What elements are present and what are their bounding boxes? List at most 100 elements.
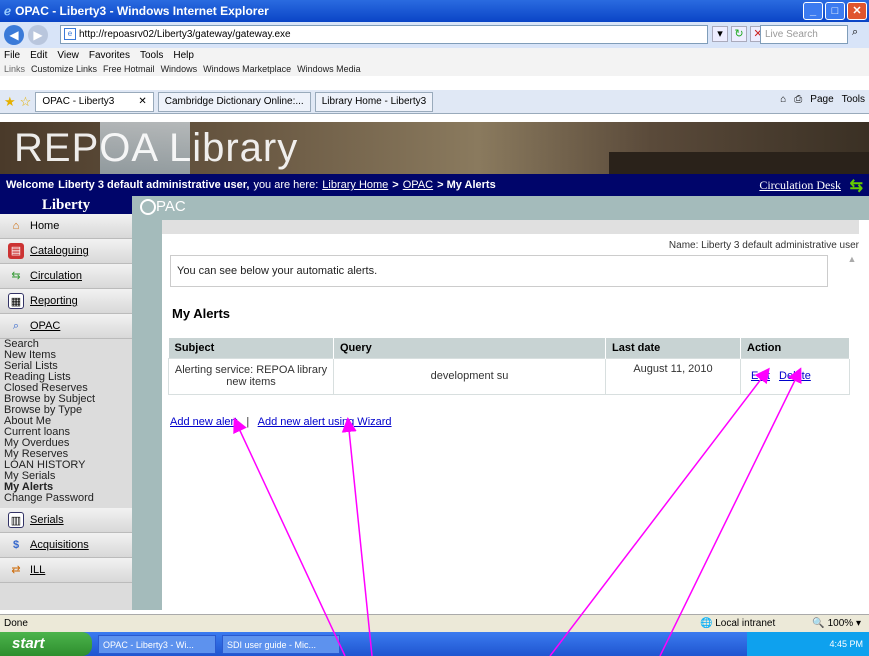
page-menu[interactable]: Page [810,94,833,105]
column-header: Query [333,338,606,358]
clock: 4:45 PM [829,639,863,649]
acquisitions-icon: $ [12,539,20,551]
menu-item-favorites[interactable]: Favorites [89,50,130,61]
alerts-heading: My Alerts [172,306,231,321]
print-icon[interactable]: ⎙ [794,94,802,105]
refresh-icon[interactable]: ↻ [731,26,747,42]
start-button[interactable]: start [0,632,92,656]
sidebar-item-home[interactable]: ⌂ Home [0,214,132,239]
tab-cambridge[interactable]: Cambridge Dictionary Online:... [157,91,311,112]
taskbar: start OPAC - Liberty3 - Wi... SDI user g… [0,632,869,656]
security-zone: 🌐 Local intranet [700,618,776,629]
sidebar-item-label: Home [30,220,60,232]
main-content: Name: Liberty 3 default administrative u… [162,220,859,610]
sidebar-item-label: Reporting [30,295,78,307]
delete-link[interactable]: Delete [779,370,811,382]
search-icon[interactable]: ⌕ [852,26,858,39]
tab-library-home[interactable]: Library Home - Liberty3 [314,91,434,112]
add-new-alert-link[interactable]: Add new alert [170,416,237,428]
add-alert-links: Add new alert | Add new alert using Wiza… [170,416,392,428]
taskbar-item[interactable]: OPAC - Liberty3 - Wi... [98,634,216,654]
url-text: http://repoasrv02/Liberty3/gateway/gatew… [79,29,291,40]
menu-item-view[interactable]: View [57,50,79,61]
links-item[interactable]: Windows Marketplace [203,64,291,74]
opac-link[interactable]: Change Password [4,493,132,504]
edit-link[interactable]: Edit [751,370,770,382]
sidebar-item-ill[interactable]: ⇄ ILL [0,558,132,583]
address-bar[interactable]: e http://repoasrv02/Liberty3/gateway/gat… [60,25,708,44]
tab-label: Cambridge Dictionary Online:... [164,96,304,107]
here-text: you are here: [253,179,319,191]
banner-title: REPOA Library [14,126,299,170]
sidebar-item-serials[interactable]: ▥ Serials [0,508,132,533]
links-bar: Links Customize Links Free Hotmail Windo… [0,62,869,76]
add-favorites-icon[interactable]: ☆ [20,94,32,110]
favorites-star-icon[interactable]: ★ [4,94,16,110]
column-header: Last date [605,338,741,358]
opac-header: PAC [132,196,869,220]
minimize-button[interactable]: _ [803,2,823,20]
home-module-icon: ⌂ [12,220,20,232]
gutter [132,196,162,610]
tab-label: OPAC - Liberty3 [42,96,115,107]
ie-icon: ℯ [4,4,12,18]
info-message: You can see below your automatic alerts. [170,255,828,287]
sidebar: Liberty ⌂ Home ▤ Cataloguing ⇆ Circulati… [0,196,132,610]
sidebar-item-label: Circulation [30,270,82,282]
breadcrumb-current: > My Alerts [437,179,496,191]
scroll-up-icon[interactable]: ▲ [845,254,859,268]
sidebar-item-acquisitions[interactable]: $ Acquisitions [0,533,132,558]
add-alert-wizard-link[interactable]: Add new alert using Wizard [258,416,392,428]
tab-row: ★ ☆ OPAC - Liberty3 ✕ Cambridge Dictiona… [0,90,869,114]
cell-date: August 11, 2010 [605,357,741,395]
ill-icon: ⇄ [11,564,21,576]
cell-action: Edit Delete [740,357,850,395]
menu-item-help[interactable]: Help [173,50,194,61]
zoom-control[interactable]: 🔍 100% ▾ [812,615,861,633]
status-text: Done [4,618,28,629]
sidebar-item-circulation[interactable]: ⇆ Circulation [0,264,132,289]
opac-ring-icon [140,199,156,216]
breadcrumb-opac[interactable]: OPAC [403,179,433,191]
menu-item-file[interactable]: File [4,50,20,61]
taskbar-item[interactable]: SDI user guide - Mic... [222,634,340,654]
library-banner: REPOA Library [0,122,869,174]
dropdown-icon[interactable]: ▾ [712,26,728,42]
links-item[interactable]: Windows [161,64,198,74]
status-bar: Done 🌐 Local intranet 🔍 100% ▾ [0,614,869,632]
tab-label: Library Home - Liberty3 [321,96,427,107]
close-button[interactable]: ✕ [847,2,867,20]
column-header: Subject [168,338,334,358]
home-icon[interactable]: ⌂ [780,94,786,105]
address-row: ◀ ▶ e http://repoasrv02/Liberty3/gateway… [0,22,869,48]
menu-item-edit[interactable]: Edit [30,50,47,61]
close-tab-icon[interactable]: ✕ [138,96,146,107]
reporting-icon: ▦ [8,293,24,309]
sidebar-item-reporting[interactable]: ▦ Reporting [0,289,132,314]
links-label: Links [4,64,26,74]
table-row: Alerting service: REPOA library new item… [168,357,850,395]
forward-button[interactable]: ▶ [28,25,48,45]
circulation-icon: ⇆ [11,270,21,282]
user-name-text: Liberty 3 default administrative user, [58,179,250,191]
back-button[interactable]: ◀ [4,25,24,45]
menu-item-tools[interactable]: Tools [140,50,163,61]
tools-menu[interactable]: Tools [842,94,865,105]
sidebar-item-cataloguing[interactable]: ▤ Cataloguing [0,239,132,264]
window-title: OPAC - Liberty3 - Windows Internet Explo… [15,4,269,18]
search-input[interactable]: Live Search [760,25,848,44]
column-header: Action [740,338,850,358]
links-item[interactable]: Windows Media [297,64,361,74]
user-name-label: Name: Liberty 3 default administrative u… [668,240,859,251]
page-icon: e [64,28,76,40]
links-item[interactable]: Customize Links [31,64,97,74]
links-item[interactable]: Free Hotmail [103,64,155,74]
cell-query: development su [333,357,606,395]
circulation-desk-link[interactable]: Circulation Desk [759,178,841,193]
serials-icon: ▥ [8,512,24,528]
welcome-text: Welcome [6,179,55,191]
tab-opac[interactable]: OPAC - Liberty3 ✕ [35,91,154,112]
breadcrumb-library-home[interactable]: Library Home [322,179,388,191]
sidebar-item-opac[interactable]: ⌕ OPAC [0,314,132,339]
maximize-button[interactable]: □ [825,2,845,20]
